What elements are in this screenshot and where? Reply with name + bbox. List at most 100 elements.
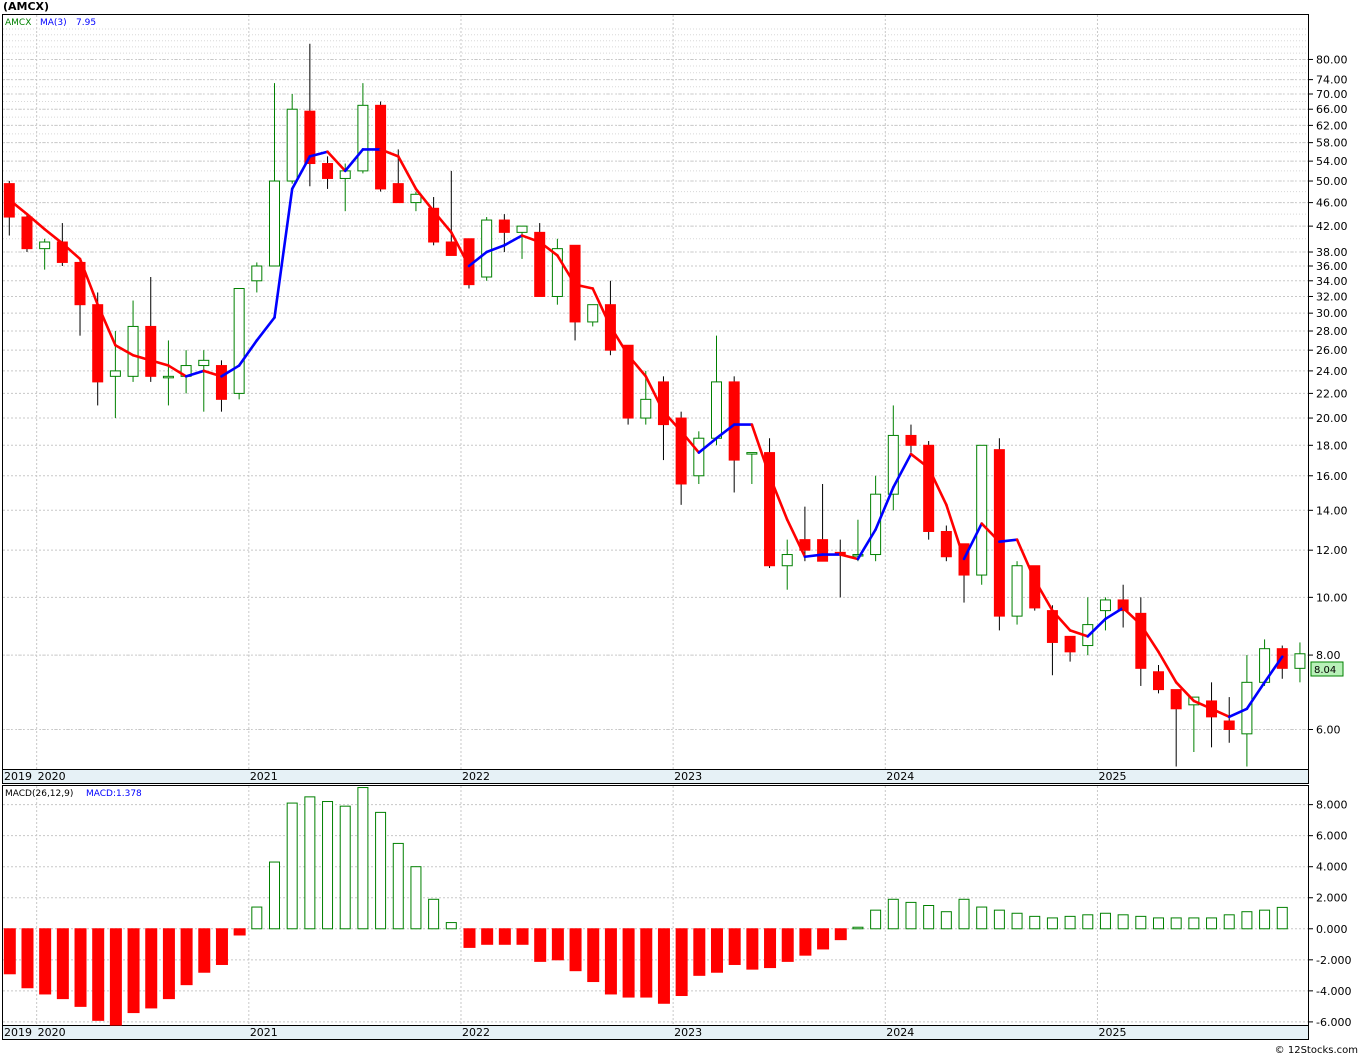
macd-bar <box>569 928 582 972</box>
macd-bar <box>1188 917 1200 930</box>
macd-bar <box>463 928 476 948</box>
x-tick-label: 2024 <box>886 770 914 783</box>
macd-tick-label: -4.000 <box>1316 985 1351 998</box>
macd-bar <box>958 898 970 930</box>
macd-bar <box>233 928 246 936</box>
price-tick-label: 10.00 <box>1316 591 1348 604</box>
x-tick-label: 2024 <box>886 1026 914 1039</box>
price-tick-label: 12.00 <box>1316 544 1348 557</box>
price-tick-label: 32.00 <box>1316 290 1348 303</box>
candle-body <box>233 288 245 394</box>
candle-body <box>516 225 528 233</box>
candle-body <box>481 219 493 278</box>
macd-bar <box>1082 914 1094 930</box>
macd-bar <box>1046 917 1058 930</box>
macd-bar <box>215 928 228 965</box>
macd-bar <box>1099 912 1111 930</box>
candle-body <box>445 241 457 256</box>
macd-bar <box>109 928 122 1026</box>
price-tick-label: 8.00 <box>1316 649 1341 662</box>
price-tick-label: 34.00 <box>1316 275 1348 288</box>
x-tick-label: 2023 <box>674 1026 702 1039</box>
macd-bar <box>587 928 600 983</box>
price-tick-label: 46.00 <box>1316 197 1348 210</box>
candle-body <box>269 180 280 267</box>
candle-body <box>1064 635 1076 653</box>
price-tick-label: 36.00 <box>1316 260 1348 273</box>
macd-bar <box>1117 914 1129 930</box>
macd-bar <box>145 928 158 1009</box>
macd-bar <box>852 926 864 930</box>
stock-chart: 80.00 74.0070.00 66.00 62.00 58.00 54.00 50.00… <box>2 0 1358 1056</box>
macd-tick-label: 4.000 <box>1316 861 1348 874</box>
macd-bar <box>162 928 175 1000</box>
candle-body <box>127 325 139 377</box>
price-panel-frame <box>2 14 1309 770</box>
candle-body <box>693 437 705 477</box>
candle-body <box>1294 653 1306 669</box>
price-tick-label: 66.00 <box>1316 103 1348 116</box>
candle-body <box>21 216 33 250</box>
macd-bar <box>728 928 741 965</box>
macd-bar <box>622 928 635 998</box>
macd-bar <box>1241 911 1253 930</box>
macd-bar <box>481 928 494 945</box>
price-tick-label: 28.00 <box>1316 325 1348 338</box>
candle-body <box>781 554 793 567</box>
candle-body <box>215 365 227 400</box>
macd-bar <box>498 928 511 945</box>
price-tick-label: 6.00 <box>1316 723 1341 736</box>
candle-body <box>498 219 510 233</box>
price-tick-label: 14.00 <box>1316 504 1348 517</box>
macd-tick-label: 2.000 <box>1316 892 1348 905</box>
candle-body <box>923 444 935 532</box>
macd-bar <box>1206 917 1218 930</box>
price-y-ticks: 80.00 74.0070.00 66.00 62.00 58.00 54.00 50.00… <box>1308 53 1348 736</box>
candle-body <box>251 265 263 282</box>
candle-body <box>198 359 210 367</box>
price-tick-label: 80.00 <box>1316 53 1348 66</box>
candle-body <box>817 539 829 562</box>
macd-bar <box>445 922 457 930</box>
candle-body <box>145 325 157 377</box>
price-tick-label: 42.00 <box>1316 220 1348 233</box>
candle-body <box>728 381 740 461</box>
macd-bar <box>322 801 334 930</box>
x-tick-label: 2025 <box>1098 770 1126 783</box>
macd-bar <box>1223 914 1235 930</box>
candle-body <box>322 163 334 179</box>
candle-body <box>392 183 404 204</box>
x-tick-label: 2020 <box>38 1026 66 1039</box>
macd-bar <box>92 928 105 1021</box>
price-tick-label: 22.00 <box>1316 387 1348 400</box>
macd-tick-label: 8.000 <box>1316 799 1348 812</box>
macd-bar <box>1170 917 1182 930</box>
macd-bar <box>887 898 899 930</box>
macd-bar <box>1276 906 1288 930</box>
x-tick-label: 2022 <box>462 1026 490 1039</box>
candle-body <box>746 452 758 455</box>
candle-body <box>375 104 387 190</box>
macd-bar <box>357 787 369 930</box>
macd-panel-frame <box>2 785 1309 1026</box>
macd-bar <box>1011 912 1023 930</box>
price-tick-label: 74.00 <box>1316 74 1348 87</box>
price-tick-label: 62.00 <box>1316 119 1348 132</box>
watermark: © 12Stocks.com <box>1275 1045 1358 1056</box>
legend-symbol: AMCX <box>5 18 31 28</box>
macd-bar <box>3 928 16 975</box>
macd-bar <box>781 928 794 962</box>
macd-bar <box>56 928 69 1000</box>
candle-body <box>109 370 121 377</box>
macd-bar <box>198 928 211 973</box>
macd-bar <box>74 928 87 1007</box>
macd-bar <box>640 928 653 998</box>
price-tick-label: 70.00 <box>1316 88 1348 101</box>
candle-body <box>1099 599 1111 612</box>
macd-bar <box>1135 915 1147 930</box>
price-tick-label: 50.00 <box>1316 175 1348 188</box>
candle-body <box>410 193 422 204</box>
macd-bar <box>1259 909 1271 930</box>
x-tick-label: 2023 <box>674 770 702 783</box>
macd-bar <box>551 928 564 961</box>
